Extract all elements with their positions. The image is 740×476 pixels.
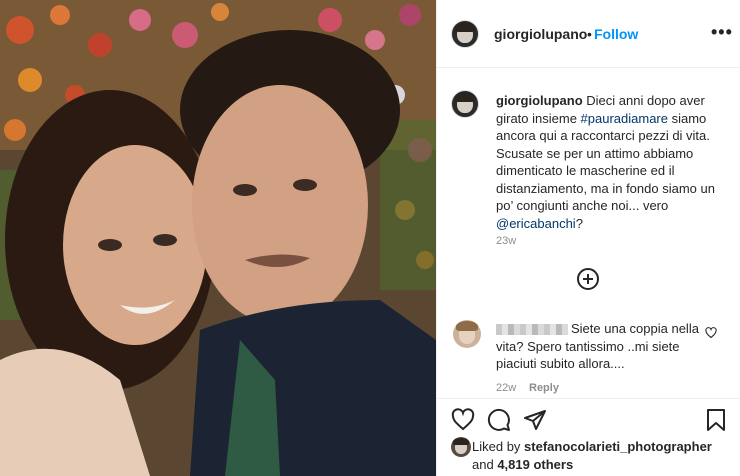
heart-icon[interactable] (451, 408, 475, 432)
author-avatar[interactable] (451, 20, 479, 48)
post-sidebar: giorgiolupano • Follow ••• giorgiolupano… (436, 0, 740, 476)
separator-dot: • (587, 26, 592, 42)
avatar-hair (456, 321, 478, 332)
commenter-avatar[interactable] (453, 320, 481, 348)
heart-outline-icon[interactable] (705, 327, 717, 339)
caption-username[interactable]: giorgiolupano (496, 93, 583, 108)
avatar-hair (453, 438, 469, 446)
send-icon[interactable] (523, 408, 547, 432)
post-header: giorgiolupano • Follow ••• (437, 0, 740, 68)
avatar-hair (455, 92, 475, 102)
actions-divider (437, 398, 740, 399)
comment-timestamp[interactable]: 22w (496, 382, 516, 394)
avatar-hair (455, 22, 475, 32)
plus-circle-icon[interactable] (577, 268, 599, 290)
likes-middle: and (472, 456, 498, 472)
follow-button[interactable]: Follow (594, 26, 638, 42)
instagram-post: giorgiolupano • Follow ••• giorgiolupano… (0, 0, 740, 476)
more-options-icon[interactable]: ••• (711, 22, 733, 43)
comment-icon[interactable] (487, 408, 511, 432)
reply-button[interactable]: Reply (529, 382, 559, 394)
post-caption: giorgiolupano Dieci anni dopo aver girat… (496, 92, 732, 232)
post-photo[interactable] (0, 0, 436, 476)
likes-summary: Liked by stefanocolarieti_photographer a… (472, 438, 732, 473)
likes-prefix: Liked by (472, 439, 525, 454)
caption-mention[interactable]: @ericabanchi (496, 216, 576, 231)
author-username[interactable]: giorgiolupano (494, 26, 587, 42)
bookmark-icon[interactable] (705, 408, 727, 432)
caption-timestamp[interactable]: 23w (496, 235, 516, 247)
selfie-image (0, 0, 436, 476)
caption-author-avatar[interactable] (451, 90, 479, 118)
caption-text-end: ? (575, 215, 583, 231)
likes-others[interactable]: 4,819 others (497, 457, 573, 472)
redacted-username (496, 324, 568, 336)
caption-hashtag[interactable]: #pauradiamare (581, 111, 668, 126)
liker-username[interactable]: stefanocolarieti_photographer (524, 439, 712, 454)
comment: Siete una coppia nella vita? Spero tanti… (496, 320, 706, 373)
liker-avatar[interactable] (451, 437, 471, 457)
